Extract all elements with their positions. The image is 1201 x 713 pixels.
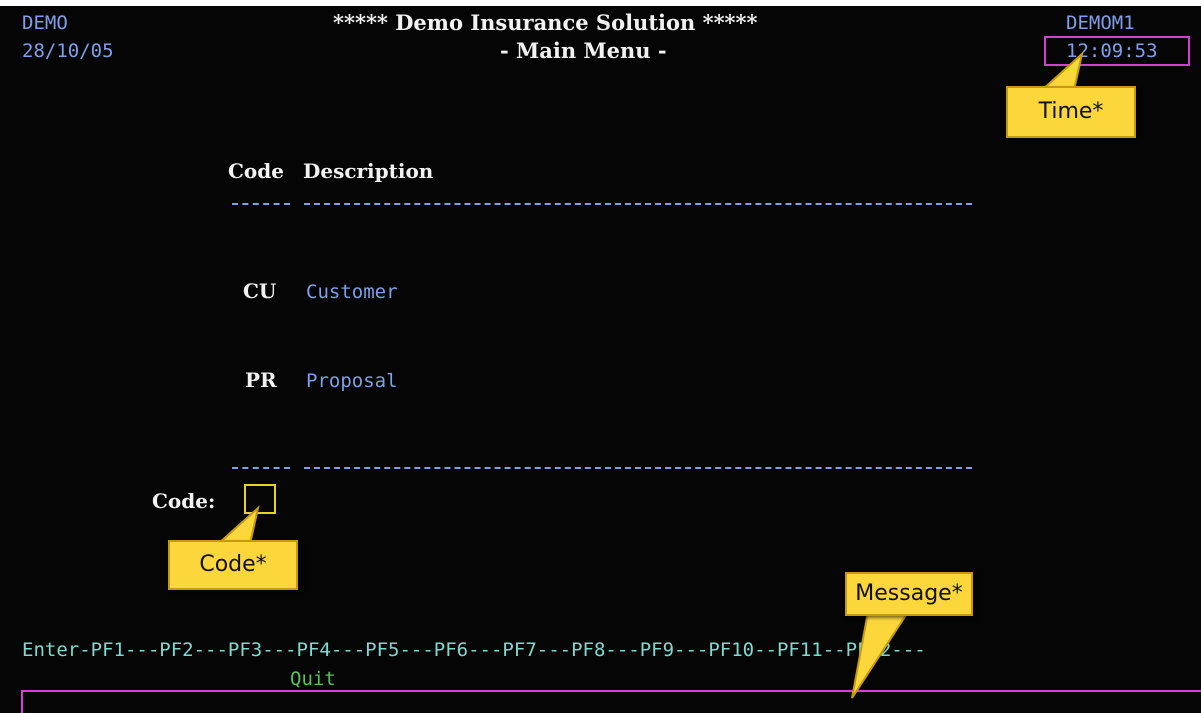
time-callout: Time* [1006, 86, 1136, 138]
message-callout-pointer [851, 611, 910, 699]
message-callout: Message* [845, 572, 973, 616]
time-callout-label: Time* [1038, 99, 1104, 124]
time-callout-pointer [1039, 51, 1084, 91]
code-callout: Code* [168, 540, 298, 590]
code-callout-pointer [215, 505, 260, 545]
code-callout-label: Code* [199, 552, 267, 577]
terminal-screen: DEMO 28/10/05 ***** Demo Insurance Solut… [0, 0, 1201, 713]
message-callout-label: Message* [855, 581, 963, 606]
